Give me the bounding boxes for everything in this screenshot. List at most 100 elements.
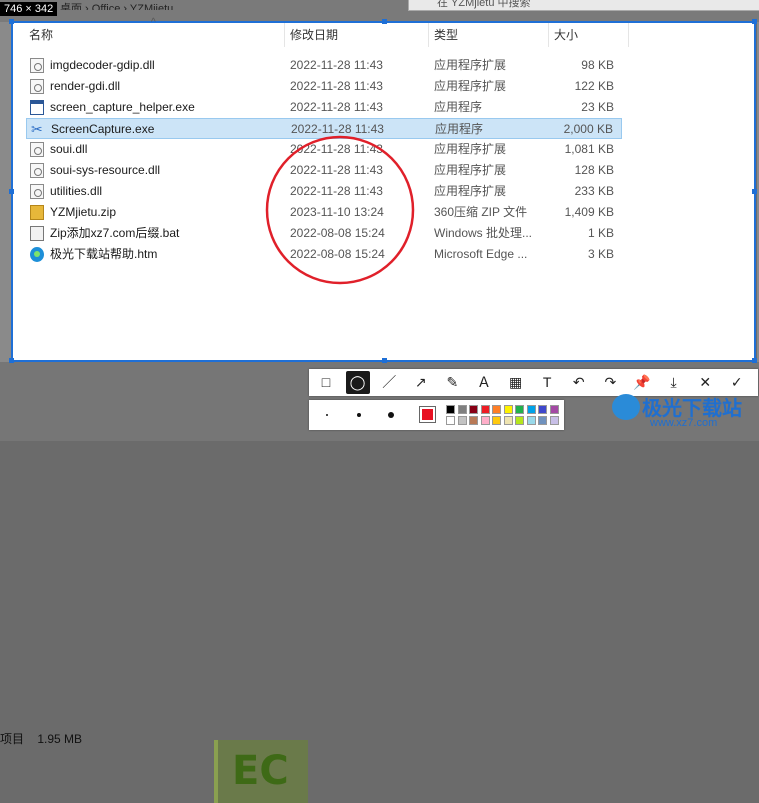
- color-swatch[interactable]: [503, 416, 513, 425]
- column-divider[interactable]: [284, 23, 285, 47]
- file-size: 3 KB: [587, 247, 614, 261]
- resize-handle-e[interactable]: [752, 189, 757, 194]
- file-name: Zip添加xz7.com后缀.bat: [50, 226, 180, 240]
- color-swatch[interactable]: [549, 416, 559, 425]
- resize-handle-sw[interactable]: [9, 358, 14, 363]
- file-type: 应用程序: [435, 122, 484, 136]
- edge-icon: [30, 247, 44, 262]
- file-name: utilities.dll: [50, 184, 103, 198]
- color-swatch[interactable]: [469, 405, 478, 414]
- color-swatch[interactable]: [515, 405, 524, 414]
- dll-icon: [30, 142, 44, 157]
- file-row[interactable]: YZMjietu.zip 2023-11-10 13:24 360压缩 ZIP 文件…: [26, 202, 622, 223]
- ellipse-icon[interactable]: ◯: [345, 371, 370, 394]
- color-swatch[interactable]: [492, 416, 501, 425]
- dll-icon: [30, 58, 44, 73]
- file-name: ScreenCapture.exe: [51, 122, 155, 136]
- capture-selection[interactable]: 名称 ^ 修改日期 类型 大小 imgdecoder-gdip.dll 2022-…: [9, 17, 757, 363]
- file-size: 1,409 KB: [564, 205, 614, 219]
- file-name: soui.dll: [50, 142, 88, 156]
- color-swatch[interactable]: [446, 416, 455, 425]
- file-size: 1 KB: [587, 226, 614, 240]
- color-swatch[interactable]: [492, 405, 501, 414]
- color-swatch[interactable]: [457, 416, 467, 425]
- exe-icon: [30, 100, 44, 115]
- cancel-icon[interactable]: ✕: [693, 371, 717, 394]
- file-date: 2022-08-08 15:24: [290, 247, 385, 261]
- pen-icon[interactable]: ✎: [440, 371, 464, 394]
- color-swatch[interactable]: [480, 405, 490, 414]
- file-row[interactable]: ✂ ScreenCapture.exe 2022-11-28 11:43 应用程序 2,…: [26, 118, 622, 139]
- status-size: 1.95 MB: [37, 732, 83, 746]
- file-date: 2022-11-28 11:43: [290, 100, 383, 114]
- file-name: soui-sys-resource.dll: [50, 163, 161, 177]
- color-swatch[interactable]: [538, 405, 547, 414]
- redo-icon[interactable]: ↷: [598, 371, 622, 394]
- arrow-icon[interactable]: ↗: [409, 371, 433, 394]
- color-swatch[interactable]: [469, 416, 478, 425]
- color-swatch[interactable]: [526, 405, 536, 414]
- file-date: 2022-11-28 11:43: [290, 58, 383, 72]
- status-bar: 项目 1.95 MB: [0, 730, 82, 747]
- color-swatch[interactable]: [457, 405, 467, 414]
- column-size[interactable]: 大小: [554, 23, 578, 47]
- selection-size-label: 746 × 342: [0, 2, 58, 16]
- column-date[interactable]: 修改日期: [290, 23, 338, 47]
- confirm-icon[interactable]: ✓: [725, 371, 749, 394]
- brush-size-large[interactable]: [388, 412, 394, 418]
- column-divider[interactable]: [628, 23, 629, 47]
- breadcrumb[interactable]: 桌面 › Office › YZMjietu: [60, 0, 173, 10]
- color-swatch[interactable]: [446, 405, 455, 414]
- resize-handle-nw[interactable]: [9, 19, 14, 24]
- resize-handle-se[interactable]: [752, 358, 757, 363]
- file-row[interactable]: Zip添加xz7.com后缀.bat 2022-08-08 15:24 Window…: [26, 223, 622, 244]
- brush-size-medium[interactable]: [357, 413, 361, 417]
- mosaic-icon[interactable]: ▦: [504, 371, 528, 394]
- resize-handle-ne[interactable]: [752, 19, 757, 24]
- resize-handle-n[interactable]: [382, 19, 387, 24]
- marker-icon[interactable]: Ａ: [472, 371, 496, 394]
- pin-icon[interactable]: 📌: [630, 371, 654, 394]
- file-name: YZMjietu.zip: [50, 205, 117, 219]
- file-row[interactable]: soui.dll 2022-11-28 11:43 应用程序扩展 1,081 KB: [26, 139, 622, 160]
- save-icon[interactable]: ⤓: [662, 371, 686, 394]
- resize-handle-w[interactable]: [9, 189, 14, 194]
- color-swatch[interactable]: [538, 416, 547, 425]
- search-box[interactable]: 在 YZMjietu 中搜索: [408, 0, 759, 11]
- file-name: screen_capture_helper.exe: [50, 100, 195, 114]
- color-swatch[interactable]: [526, 416, 536, 425]
- line-icon[interactable]: ／: [377, 371, 401, 394]
- file-type: 应用程序扩展: [434, 79, 507, 93]
- undo-icon[interactable]: ↶: [567, 371, 591, 394]
- style-toolbar: [309, 400, 564, 430]
- file-size: 233 KB: [574, 184, 614, 198]
- resize-handle-s[interactable]: [382, 358, 387, 363]
- color-swatch[interactable]: [515, 416, 524, 425]
- file-date: 2023-11-10 13:24: [290, 205, 384, 219]
- file-row[interactable]: 极光下载站帮助.htm 2022-08-08 15:24 Microsoft Edg…: [26, 244, 622, 265]
- file-type: 应用程序扩展: [434, 184, 507, 198]
- column-type[interactable]: 类型: [434, 23, 458, 47]
- file-size: 23 KB: [581, 100, 614, 114]
- color-swatch[interactable]: [503, 405, 513, 414]
- file-type: 应用程序扩展: [434, 163, 507, 177]
- file-type: Windows 批处理...: [434, 226, 533, 240]
- column-divider[interactable]: [548, 23, 549, 47]
- file-size: 98 KB: [581, 58, 614, 72]
- file-row[interactable]: render-gdi.dll 2022-11-28 11:43 应用程序扩展 122 …: [26, 76, 622, 97]
- rectangle-icon[interactable]: □: [314, 371, 338, 394]
- color-swatch[interactable]: [549, 405, 559, 414]
- column-divider[interactable]: [428, 23, 429, 47]
- current-color[interactable]: [419, 406, 436, 423]
- file-date: 2022-11-28 11:43: [290, 184, 383, 198]
- file-size: 122 KB: [574, 79, 614, 93]
- file-row[interactable]: utilities.dll 2022-11-28 11:43 应用程序扩展 233 K…: [26, 181, 622, 202]
- file-row[interactable]: soui-sys-resource.dll 2022-11-28 11:43 应用程…: [26, 160, 622, 181]
- file-row[interactable]: imgdecoder-gdip.dll 2022-11-28 11:43 应用程序扩…: [26, 55, 622, 76]
- color-swatch[interactable]: [480, 416, 490, 425]
- file-date: 2022-11-28 11:43: [290, 79, 383, 93]
- column-name[interactable]: 名称: [29, 23, 53, 47]
- text-icon[interactable]: T: [535, 371, 559, 394]
- file-row[interactable]: screen_capture_helper.exe 2022-11-28 11:4…: [26, 97, 622, 118]
- brush-size-small[interactable]: [326, 414, 328, 416]
